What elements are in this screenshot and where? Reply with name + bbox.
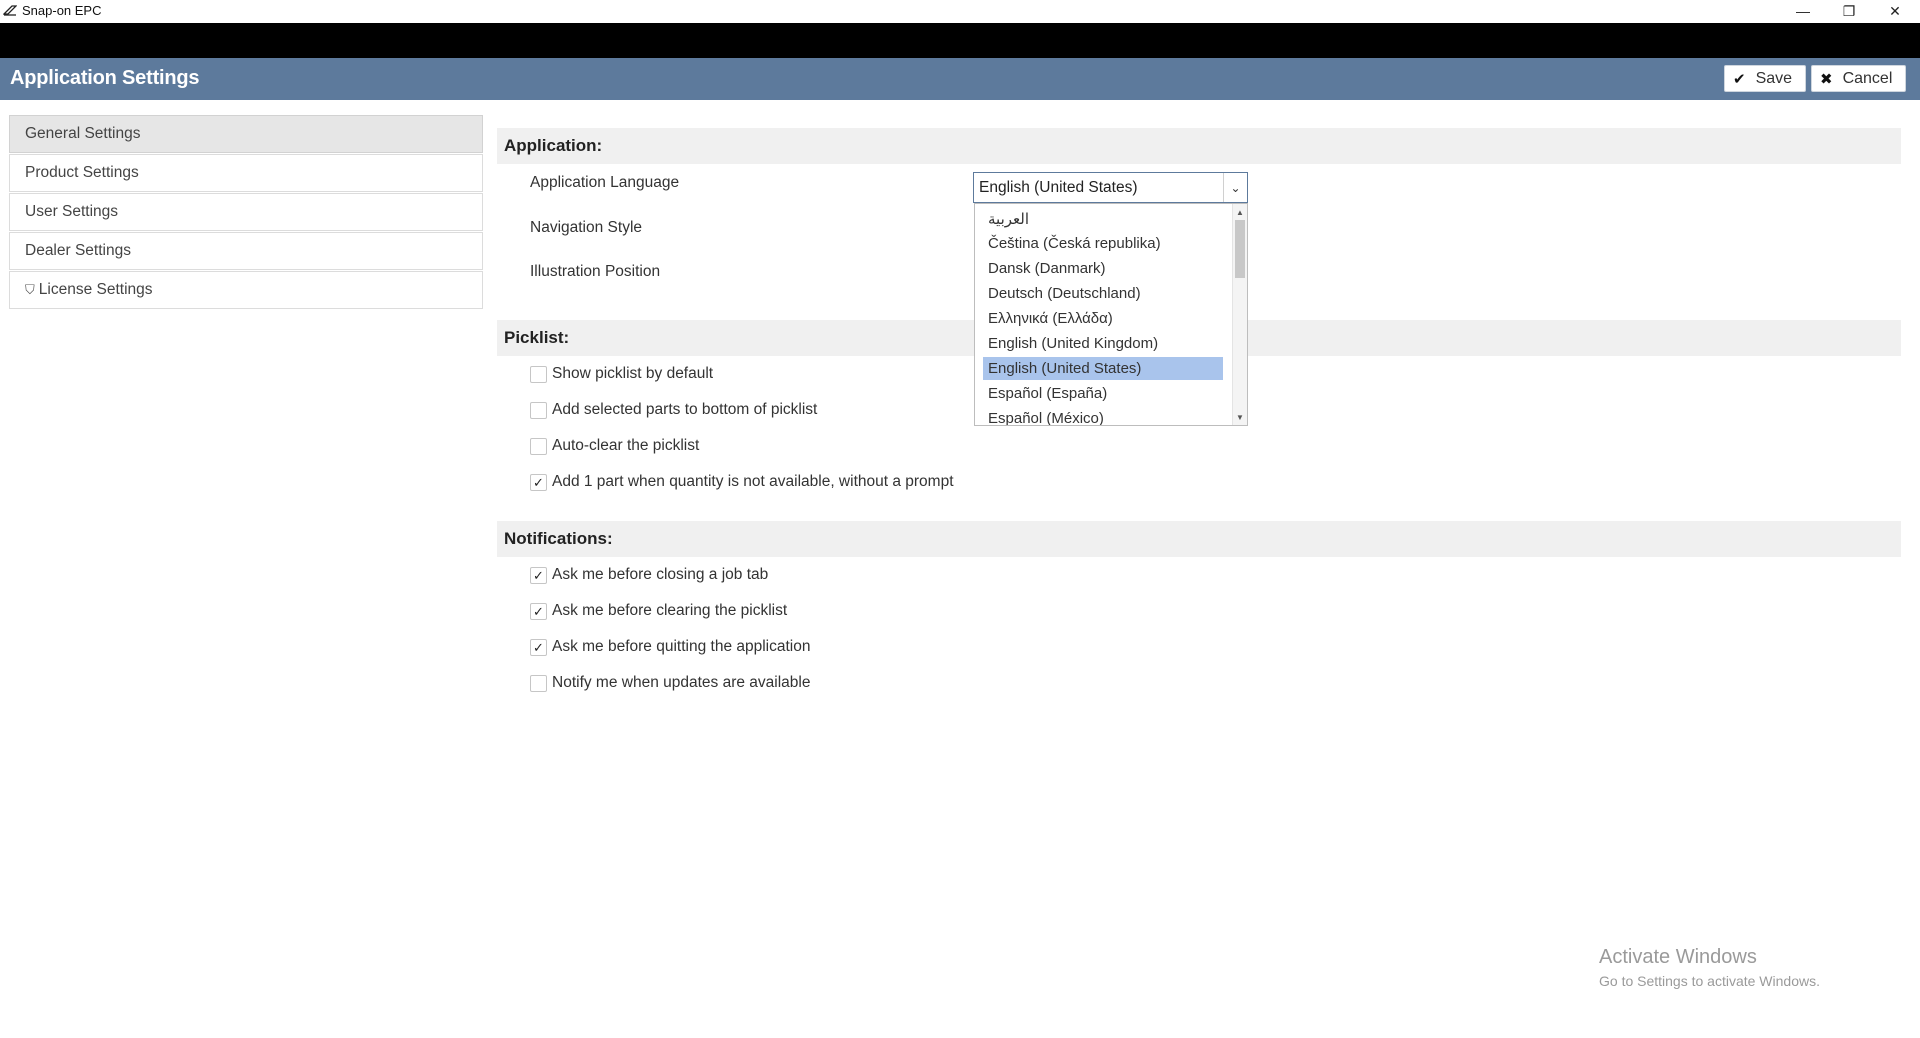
save-button-label: Save [1755, 69, 1793, 87]
option-notify-updates[interactable]: Notify me when updates are available [530, 673, 810, 693]
chevron-down-icon[interactable]: ⌄ [1223, 173, 1247, 202]
restore-icon: ❐ [1842, 2, 1856, 19]
scroll-up-icon[interactable]: ▲ [1233, 205, 1247, 219]
checkmark-icon: ✓ [533, 567, 544, 583]
shield-icon: ⛉ [25, 282, 35, 297]
sidebar-item-user-settings[interactable]: User Settings [9, 193, 483, 231]
close-window-button[interactable]: ✕ [1872, 0, 1918, 22]
close-icon: ✖ [1820, 70, 1833, 88]
checkbox-label: Add 1 part when quantity is not availabl… [552, 473, 954, 490]
sidebar-item-product-settings[interactable]: Product Settings [9, 154, 483, 192]
language-option[interactable]: Español (México) [983, 407, 1223, 425]
option-auto-clear-picklist[interactable]: Auto-clear the picklist [530, 436, 699, 456]
language-option[interactable]: Dansk (Danmark) [983, 257, 1223, 280]
language-option[interactable]: English (United Kingdom) [983, 332, 1223, 355]
window-title: Snap-on EPC [22, 3, 102, 18]
dropdown-scrollbar[interactable]: ▲ ▼ [1232, 204, 1247, 425]
option-add-one-part[interactable]: ✓ Add 1 part when quantity is not availa… [530, 472, 954, 492]
checkmark-icon: ✓ [533, 474, 544, 490]
scroll-down-icon[interactable]: ▼ [1233, 410, 1247, 424]
settings-sidebar: General Settings Product Settings User S… [9, 115, 483, 310]
sidebar-item-license-settings[interactable]: ⛉ License Settings [9, 271, 483, 309]
checkbox[interactable]: ✓ [530, 566, 547, 584]
language-option[interactable]: Čeština (Česká republika) [983, 232, 1223, 255]
settings-main: Application: [497, 128, 1901, 164]
language-option[interactable]: Deutsch (Deutschland) [983, 282, 1223, 305]
language-option[interactable]: Ελληνικά (Ελλάδα) [983, 307, 1223, 330]
option-ask-quitting[interactable]: ✓ Ask me before quitting the application [530, 637, 811, 657]
section-heading-application: Application: [497, 128, 1901, 164]
option-add-parts-bottom[interactable]: Add selected parts to bottom of picklist [530, 400, 817, 420]
sidebar-item-general-settings[interactable]: General Settings [9, 115, 483, 153]
activate-windows-watermark: Activate Windows Go to Settings to activ… [1599, 946, 1820, 989]
checkbox[interactable] [530, 437, 547, 455]
scrollbar-thumb[interactable] [1235, 220, 1245, 278]
app-logo-icon [3, 5, 17, 16]
option-show-picklist-by-default[interactable]: Show picklist by default [530, 364, 713, 384]
sidebar-item-label: Dealer Settings [25, 242, 131, 259]
watermark-title: Activate Windows [1599, 946, 1757, 968]
checkbox-label: Notify me when updates are available [552, 674, 811, 691]
cancel-button-label: Cancel [1842, 69, 1893, 87]
sidebar-item-label: License Settings [38, 281, 153, 298]
sidebar-item-label: Product Settings [25, 164, 139, 181]
close-icon: ✕ [1889, 2, 1901, 19]
checkbox[interactable]: ✓ [530, 602, 547, 620]
checkbox-label: Ask me before quitting the application [552, 638, 811, 655]
restore-button[interactable]: ❐ [1826, 0, 1872, 22]
language-option[interactable]: Español (España) [983, 382, 1223, 405]
minimize-icon: — [1796, 3, 1810, 19]
checkbox[interactable] [530, 674, 547, 692]
language-dropdown-list: العربية Čeština (Česká republika) Dansk … [974, 203, 1248, 426]
window-titlebar: Snap-on EPC — ❐ ✕ [0, 0, 1920, 23]
checkbox[interactable]: ✓ [530, 473, 547, 491]
checkbox[interactable] [530, 401, 547, 419]
sidebar-item-label: User Settings [25, 203, 119, 220]
illustration-position-label: Illustration Position [530, 263, 661, 280]
checkbox-label: Add selected parts to bottom of picklist [552, 401, 818, 418]
app-toolbar-strip [0, 23, 1920, 58]
sidebar-item-dealer-settings[interactable]: Dealer Settings [9, 232, 483, 270]
language-option[interactable]: العربية [983, 207, 1223, 230]
application-language-label: Application Language [530, 174, 680, 191]
checkbox-label: Show picklist by default [552, 365, 714, 382]
settings-header: Application Settings ✔ Save ✖ Cancel [0, 58, 1920, 100]
save-button[interactable]: ✔ Save [1724, 65, 1806, 92]
language-select[interactable]: English (United States) ⌄ [973, 172, 1248, 203]
page-title: Application Settings [10, 67, 200, 89]
checkbox[interactable]: ✓ [530, 638, 547, 656]
minimize-button[interactable]: — [1780, 0, 1826, 22]
checkmark-icon: ✓ [533, 639, 544, 655]
section-heading-notifications: Notifications: [497, 521, 1901, 557]
checkbox-label: Auto-clear the picklist [552, 437, 700, 454]
language-select-value: English (United States) [979, 178, 1138, 196]
checkmark-icon: ✔ [1733, 70, 1746, 88]
checkbox-label: Ask me before closing a job tab [552, 566, 769, 583]
watermark-subtitle: Go to Settings to activate Windows. [1599, 973, 1820, 989]
option-ask-clearing-picklist[interactable]: ✓ Ask me before clearing the picklist [530, 601, 787, 621]
checkbox-label: Ask me before clearing the picklist [552, 602, 788, 619]
cancel-button[interactable]: ✖ Cancel [1811, 65, 1906, 92]
navigation-style-label: Navigation Style [530, 219, 643, 236]
checkmark-icon: ✓ [533, 603, 544, 619]
notifications-section: Notifications: [497, 521, 1901, 557]
language-option-selected[interactable]: English (United States) [983, 357, 1223, 380]
sidebar-item-label: General Settings [25, 125, 141, 142]
checkbox[interactable] [530, 365, 547, 383]
option-ask-closing-job-tab[interactable]: ✓ Ask me before closing a job tab [530, 565, 768, 585]
